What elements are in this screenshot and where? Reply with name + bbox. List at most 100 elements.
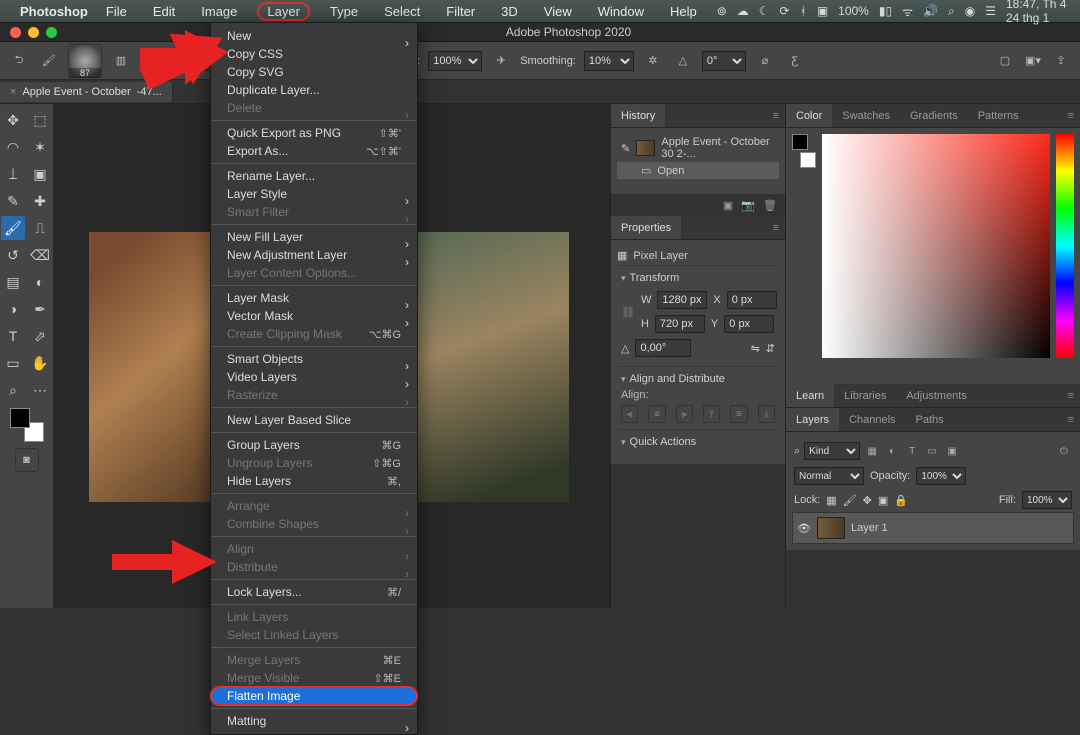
arrange-icon[interactable]: ▣▾ [1022, 50, 1044, 72]
share-icon[interactable]: ⇪ [1050, 50, 1072, 72]
brush-preview[interactable] [68, 44, 102, 78]
filter-adjust-icon[interactable]: ◐ [884, 443, 900, 459]
menu-view[interactable]: View [538, 2, 578, 21]
frame-tool[interactable]: ▣ [28, 162, 52, 186]
layer-name[interactable]: Layer 1 [851, 522, 888, 534]
properties-tab[interactable]: Properties [611, 216, 681, 239]
align-section-title[interactable]: Align and Distribute [621, 373, 775, 385]
transform-section-title[interactable]: Transform [621, 272, 775, 284]
close-button[interactable] [10, 27, 21, 38]
hue-slider[interactable] [1056, 134, 1074, 358]
menu-item-duplicate-layer-[interactable]: Duplicate Layer... [211, 81, 417, 99]
brush-tool[interactable]: 🖌 [1, 216, 25, 240]
traffic-lights[interactable] [0, 27, 57, 38]
path-select-tool[interactable]: ⬀ [28, 324, 52, 348]
healing-tool[interactable]: ✚ [28, 189, 52, 213]
menu-layer[interactable]: Layer [257, 2, 310, 21]
menu-item-export-as-[interactable]: Export As...⌥⇧⌘' [211, 142, 417, 160]
pressure-size-icon[interactable]: ⌀ [754, 50, 776, 72]
layer-menu-dropdown[interactable]: NewCopy CSSCopy SVGDuplicate Layer...Del… [210, 22, 418, 735]
link-icon[interactable]: ⛓ [621, 306, 635, 319]
history-source[interactable]: ✎ Apple Event - October 30 2-... [617, 134, 779, 162]
snapshot-icon[interactable]: 📷 [741, 199, 755, 212]
history-tab[interactable]: History [611, 104, 665, 127]
history-brush-tool[interactable]: ↺ [1, 243, 25, 267]
filter-kind-select[interactable]: Kind [804, 442, 860, 460]
lock-pixels-icon[interactable]: 🖌 [843, 494, 857, 507]
swatches-tab[interactable]: Swatches [832, 104, 900, 127]
mini-fg-swatch[interactable] [792, 134, 808, 150]
lock-all-icon[interactable]: 🔒 [894, 494, 908, 507]
menu-item-copy-css[interactable]: Copy CSS [211, 45, 417, 63]
marquee-tool[interactable]: ⬚ [28, 108, 52, 132]
visibility-icon[interactable]: 👁 [797, 522, 811, 535]
shape-tool[interactable]: ▭ [1, 351, 25, 375]
menu-help[interactable]: Help [664, 2, 703, 21]
paths-tab[interactable]: Paths [906, 408, 954, 431]
mini-fgbg[interactable] [792, 134, 816, 168]
menu-item-smart-objects[interactable]: Smart Objects [211, 350, 417, 368]
menu-image[interactable]: Image [195, 2, 243, 21]
brush-panel-icon[interactable]: ▥ [110, 50, 132, 72]
align-bottom-icon[interactable]: ⫰ [758, 405, 775, 423]
pen-tool[interactable]: ✒ [28, 297, 52, 321]
lock-artboard-icon[interactable]: ▣ [878, 494, 888, 507]
menu-edit[interactable]: Edit [147, 2, 181, 21]
lock-trans-icon[interactable]: ▦ [826, 494, 836, 507]
blend-mode-select[interactable]: Normal [794, 467, 864, 485]
filter-shape-icon[interactable]: ▭ [924, 443, 940, 459]
menu-item-quick-export-as-png[interactable]: Quick Export as PNG⇧⌘' [211, 124, 417, 142]
align-hcenter-icon[interactable]: ≡ [648, 405, 665, 423]
color-panel-header[interactable]: Color Swatches Gradients Patterns ≡ [786, 104, 1080, 128]
panel-menu-icon[interactable]: ≡ [767, 110, 785, 122]
menu-item-hide-layers[interactable]: Hide Layers⌘, [211, 472, 417, 490]
channels-tab[interactable]: Channels [839, 408, 905, 431]
menu-item-new-adjustment-layer[interactable]: New Adjustment Layer [211, 246, 417, 264]
menu-item-video-layers[interactable]: Video Layers [211, 368, 417, 386]
quickmask-toggle[interactable]: ◙ [15, 448, 39, 472]
history-panel-header[interactable]: History ≡ [611, 104, 785, 128]
move-tool[interactable]: ✥ [1, 108, 25, 132]
mini-bg-swatch[interactable] [800, 152, 816, 168]
filter-smart-icon[interactable]: ▣ [944, 443, 960, 459]
menu-item-vector-mask[interactable]: Vector Mask [211, 307, 417, 325]
menu-item-new-fill-layer[interactable]: New Fill Layer [211, 228, 417, 246]
filter-toggle-icon[interactable]: ⏻ [1056, 443, 1072, 459]
angle-select[interactable]: 0° [702, 51, 746, 71]
app-name[interactable]: Photoshop [20, 4, 88, 19]
new-doc-from-state-icon[interactable]: ▣ [723, 199, 733, 212]
cc-icon[interactable]: ⊚ [717, 4, 727, 18]
lang-icon[interactable]: ▣ [817, 4, 828, 18]
mid-panel-header[interactable]: Learn Libraries Adjustments ≡ [786, 384, 1080, 408]
menu-select[interactable]: Select [378, 2, 426, 21]
align-right-icon[interactable]: ⫸ [676, 405, 693, 423]
more-tools[interactable]: ⋯ [28, 378, 52, 402]
smoothing-opts-icon[interactable]: ✲ [642, 50, 664, 72]
menu-item-copy-svg[interactable]: Copy SVG [211, 63, 417, 81]
panel-menu-icon[interactable]: ≡ [767, 222, 785, 234]
zoom-tool[interactable]: ⌕ [1, 378, 25, 402]
learn-tab[interactable]: Learn [786, 384, 834, 407]
lasso-tool[interactable]: ◠ [1, 135, 25, 159]
layers-tab[interactable]: Layers [786, 408, 839, 431]
patterns-tab[interactable]: Patterns [968, 104, 1029, 127]
foreground-background-colors[interactable] [10, 408, 44, 442]
filter-type-icon[interactable]: T [904, 443, 920, 459]
foreground-swatch[interactable] [10, 408, 30, 428]
search-icon[interactable]: ⌕ [794, 445, 800, 458]
home-icon[interactable]: ⮌ [8, 50, 30, 72]
chat-icon[interactable]: ☁ [737, 4, 749, 18]
gradient-tool[interactable]: ▤ [1, 270, 25, 294]
layers-panel-header[interactable]: Layers Channels Paths ≡ [786, 408, 1080, 432]
tool-preset-icon[interactable]: 🖌 [38, 50, 60, 72]
siri-icon[interactable]: ◉ [965, 4, 975, 18]
align-left-icon[interactable]: ⫷ [621, 405, 638, 423]
lock-pos-icon[interactable]: ✥ [863, 494, 872, 507]
layer-row[interactable]: 👁 Layer 1 [792, 512, 1074, 544]
align-top-icon[interactable]: ⫯ [703, 405, 720, 423]
bt-icon[interactable]: ᚼ [800, 4, 807, 18]
dodge-tool[interactable]: ◑ [1, 297, 25, 321]
menu-item-layer-mask[interactable]: Layer Mask [211, 289, 417, 307]
crop-tool[interactable]: ⟘ [1, 162, 25, 186]
filter-pixel-icon[interactable]: ▦ [864, 443, 880, 459]
